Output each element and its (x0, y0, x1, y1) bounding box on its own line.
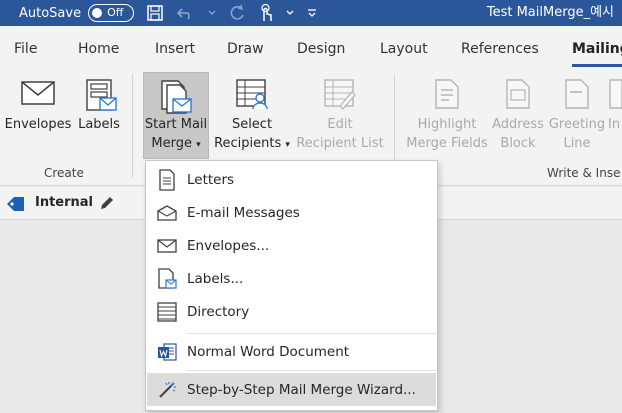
toggle-state: Off (107, 6, 124, 19)
menu-item-envelopes[interactable]: Envelopes... (147, 229, 436, 262)
greeting-line-icon (565, 79, 589, 109)
tab-design[interactable]: Design (297, 41, 345, 57)
undo-icon[interactable] (176, 5, 196, 21)
tab-home[interactable]: Home (78, 41, 119, 57)
menu-item-email-messages[interactable]: E-mail Messages (147, 196, 436, 229)
greeting-line-button[interactable]: Greeting Line (548, 78, 606, 153)
address-block-label-1: Address (492, 117, 544, 132)
customize-toolbar-icon[interactable] (306, 8, 318, 18)
labels-button[interactable]: Labels (76, 78, 122, 134)
document-title: Test MailMerge_예시 (486, 5, 614, 20)
tab-layout[interactable]: Layout (380, 41, 428, 57)
highlight-merge-fields-label-1: Highlight (417, 117, 477, 132)
start-mail-merge-menu: Letters E-mail Messages Envelopes... Lab… (145, 160, 438, 411)
start-mail-merge-label-1: Start Mail (144, 117, 208, 132)
menu-item-label: Letters (187, 171, 235, 188)
menu-item-label: Step-by-Step Mail Merge Wizard... (187, 381, 416, 398)
insert-merge-field-label: In (608, 117, 621, 132)
touch-mode-icon[interactable] (258, 3, 274, 23)
email-icon (157, 204, 177, 221)
menu-item-label: Envelopes... (187, 237, 270, 254)
envelopes-button[interactable]: Envelopes (4, 78, 72, 134)
autosave-label: AutoSave (19, 5, 82, 21)
menu-separator (186, 333, 436, 334)
tab-insert[interactable]: Insert (155, 41, 195, 57)
menu-item-letters[interactable]: Letters (147, 163, 436, 196)
greeting-line-label-1: Greeting (548, 117, 606, 132)
active-tab-indicator (572, 64, 622, 67)
menu-item-label: Labels... (187, 270, 244, 287)
start-mail-merge-icon (161, 80, 192, 114)
menu-item-label: E-mail Messages (187, 204, 300, 221)
menu-item-label: Normal Word Document (187, 343, 350, 360)
envelope-icon (157, 238, 177, 253)
labels-icon (158, 267, 177, 289)
menu-item-mail-merge-wizard[interactable]: Step-by-Step Mail Merge Wizard... (147, 373, 436, 406)
write-insert-group-label: Write & Inse (547, 166, 621, 180)
document-icon (159, 168, 175, 191)
autosave-toggle[interactable]: Off (88, 4, 135, 22)
menu-item-labels[interactable]: Labels... (147, 262, 436, 295)
wizard-wand-icon (159, 381, 176, 398)
sensitivity-tag-icon (7, 197, 24, 211)
highlight-merge-fields-button[interactable]: Highlight Merge Fields (404, 78, 490, 153)
tab-file[interactable]: File (14, 41, 37, 57)
highlight-merge-fields-label-2: Merge Fields (406, 136, 488, 151)
select-recipients-icon (236, 79, 268, 110)
menu-separator (186, 370, 436, 371)
word-document-icon (158, 342, 177, 361)
insert-merge-field-icon (609, 79, 622, 109)
title-bar: AutoSave Off Test MailMerge_예시 (0, 0, 622, 26)
menu-item-directory[interactable]: Directory (147, 295, 436, 328)
ribbon-tabs: File Home Insert Draw Design Layout Refe… (0, 26, 622, 70)
tab-mailings[interactable]: Mailing (572, 41, 622, 57)
group-separator (132, 74, 133, 178)
envelope-icon (21, 81, 55, 105)
address-block-button[interactable]: Address Block (490, 78, 546, 153)
directory-icon (157, 301, 177, 322)
redo-icon[interactable] (228, 4, 246, 22)
tab-draw[interactable]: Draw (227, 41, 264, 57)
highlight-merge-fields-icon (435, 79, 459, 109)
menu-item-normal-word-document[interactable]: Normal Word Document (147, 335, 436, 368)
tab-references[interactable]: References (461, 41, 539, 57)
edit-recipient-list-button[interactable]: Edit Recipient List (294, 78, 386, 153)
dropdown-arrow-icon[interactable] (208, 10, 216, 16)
menu-item-label: Directory (187, 303, 250, 320)
start-mail-merge-button[interactable]: Start Mail Merge ▾ (143, 72, 209, 159)
pencil-icon[interactable] (99, 196, 114, 211)
select-recipients-label-1: Select (231, 117, 273, 132)
start-mail-merge-label-2: Merge ▾ (151, 136, 201, 151)
envelopes-label: Envelopes (4, 117, 72, 132)
toggle-knob (92, 8, 103, 18)
address-block-icon (506, 79, 530, 109)
edit-recipient-list-label-1: Edit (327, 117, 353, 132)
address-block-label-2: Block (500, 136, 536, 151)
greeting-line-label-2: Line (563, 136, 591, 151)
select-recipients-label-2: Recipients ▾ (214, 136, 290, 151)
insert-merge-field-button[interactable]: In (608, 78, 622, 134)
save-icon[interactable] (146, 4, 164, 22)
quick-access-toolbar (146, 3, 318, 23)
chevron-down-icon[interactable] (286, 10, 294, 16)
labels-icon (86, 79, 117, 111)
sensitivity-label[interactable]: Internal (35, 195, 93, 210)
edit-recipient-list-icon (324, 79, 356, 110)
edit-recipient-list-label-2: Recipient List (296, 136, 384, 151)
labels-label: Labels (78, 117, 120, 132)
select-recipients-button[interactable]: Select Recipients ▾ (212, 78, 292, 155)
create-group-label: Create (44, 166, 84, 180)
